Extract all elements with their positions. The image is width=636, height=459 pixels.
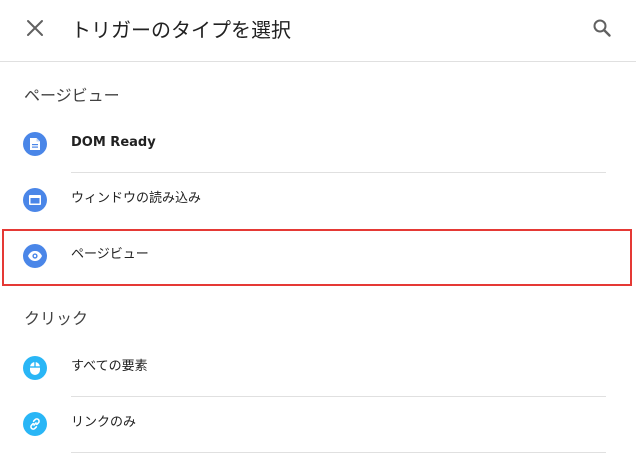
trigger-item-label: DOM Ready: [71, 135, 156, 150]
eye-icon: [23, 244, 47, 268]
trigger-item-window-loaded[interactable]: ウィンドウの読み込み: [0, 173, 636, 227]
mouse-icon: [23, 356, 47, 380]
link-icon: [23, 412, 47, 436]
panel-header: トリガーのタイプを選択: [0, 0, 636, 62]
trigger-item-label: リンクのみ: [71, 415, 137, 430]
close-icon: [26, 19, 44, 41]
trigger-item-label: ウィンドウの読み込み: [71, 191, 202, 206]
section-title-click: クリック: [24, 309, 89, 328]
panel-title: トリガーのタイプを選択: [71, 18, 291, 42]
section-title-pageview: ページビュー: [24, 86, 120, 105]
trigger-item-links-only[interactable]: リンクのみ: [0, 397, 636, 451]
trigger-item-all-elements[interactable]: すべての要素: [0, 341, 636, 395]
window-icon: [23, 188, 47, 212]
trigger-item-label: すべての要素: [71, 359, 148, 374]
trigger-item-dom-ready[interactable]: DOM Ready: [0, 117, 636, 171]
trigger-item-page-view[interactable]: ページビュー: [0, 229, 636, 283]
search-button[interactable]: [589, 17, 615, 43]
trigger-item-label: ページビュー: [71, 247, 149, 262]
trigger-type-panel: トリガーのタイプを選択 ページビュー DOM Ready ウィンドウの読み込み …: [0, 0, 636, 459]
divider: [71, 452, 606, 453]
document-icon: [23, 132, 47, 156]
search-icon: [592, 18, 612, 42]
close-button[interactable]: [22, 17, 48, 43]
